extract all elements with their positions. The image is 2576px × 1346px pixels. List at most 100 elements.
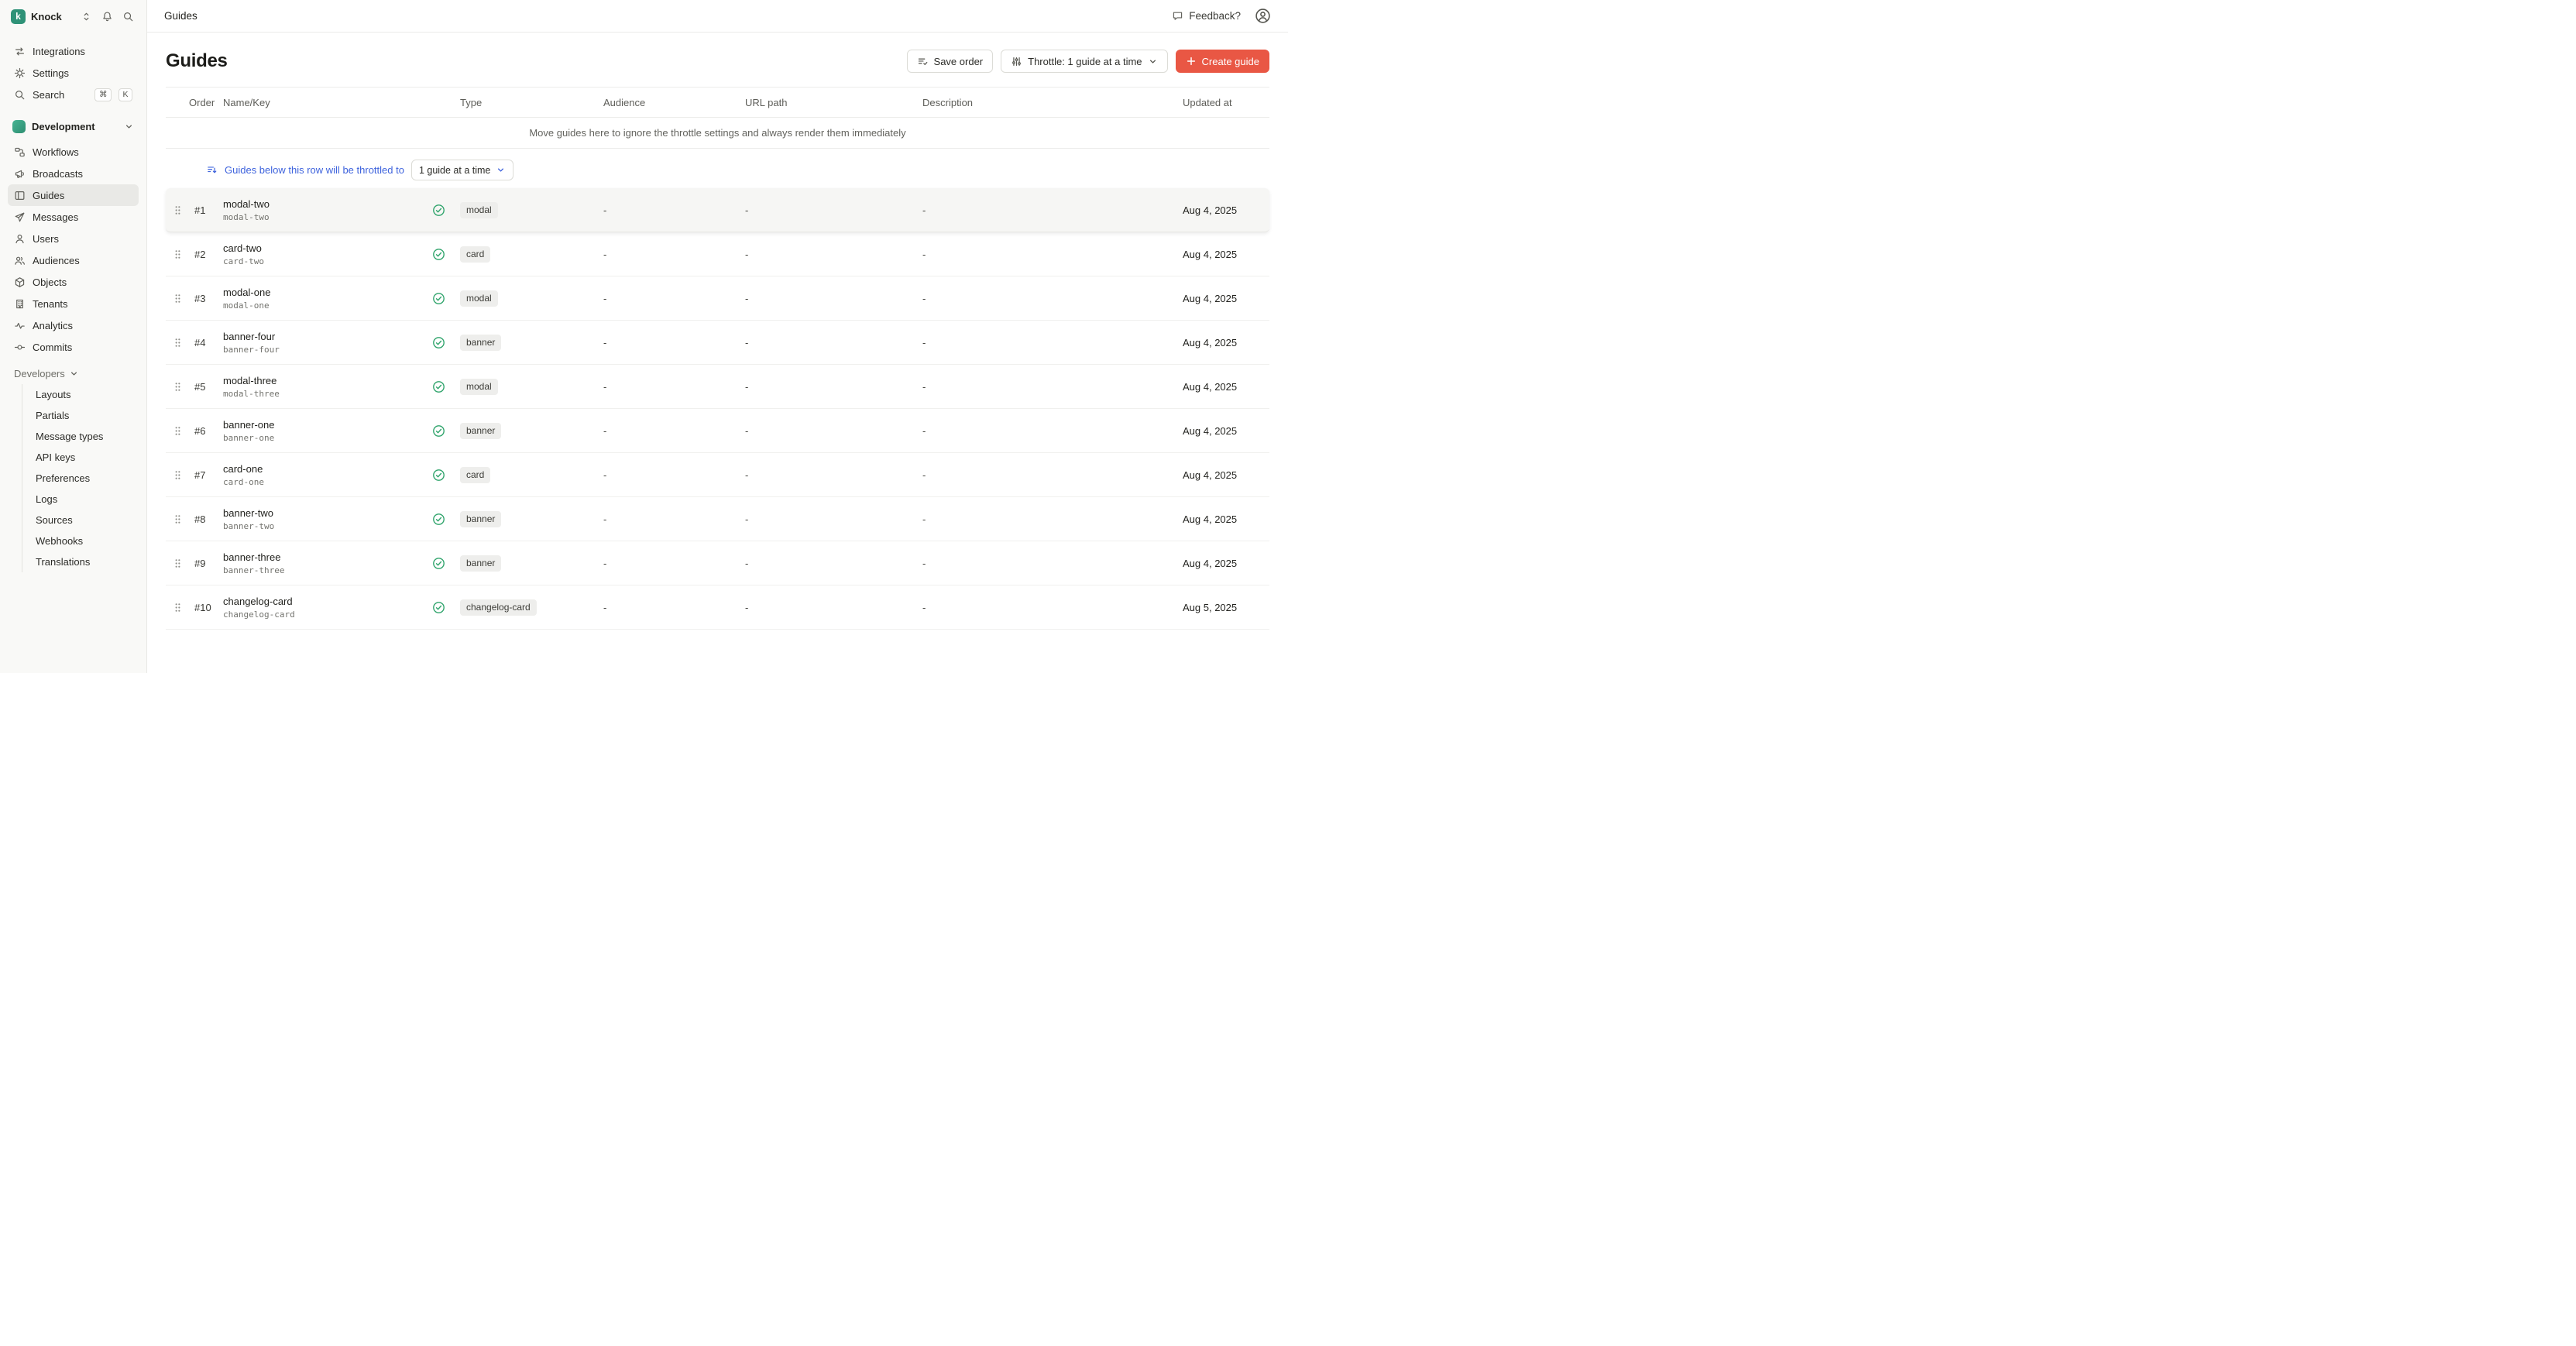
table-row[interactable]: #5 modal-three modal-three modal - - - A… xyxy=(166,365,1269,409)
sidebar-item-api-keys[interactable]: API keys xyxy=(29,447,139,468)
messages-icon xyxy=(14,211,26,223)
table-row[interactable]: #9 banner-three banner-three banner - - … xyxy=(166,541,1269,585)
row-url-path: - xyxy=(745,425,922,437)
drag-handle-icon[interactable] xyxy=(166,204,189,216)
column-audience: Audience xyxy=(603,97,745,108)
sidebar-item-webhooks[interactable]: Webhooks xyxy=(29,531,139,551)
sidebar-item-search[interactable]: Search⌘K xyxy=(8,84,139,105)
row-description: - xyxy=(922,513,1183,525)
row-audience: - xyxy=(603,293,745,304)
developers-section-toggle[interactable]: Developers xyxy=(8,362,139,384)
sidebar-item-users[interactable]: Users xyxy=(8,228,139,249)
type-badge: banner xyxy=(460,423,501,439)
table-row[interactable]: #6 banner-one banner-one banner - - - Au… xyxy=(166,409,1269,453)
save-order-button[interactable]: Save order xyxy=(907,50,994,73)
developers-sub-list: LayoutsPartialsMessage typesAPI keysPref… xyxy=(22,384,139,572)
sidebar-item-sources[interactable]: Sources xyxy=(29,510,139,531)
row-name-key: banner-four banner-four xyxy=(223,331,424,355)
sidebar-item-integrations[interactable]: Integrations xyxy=(8,40,139,62)
audiences-icon xyxy=(14,255,26,266)
table-row[interactable]: #4 banner-four banner-four banner - - - … xyxy=(166,321,1269,365)
sidebar-item-objects[interactable]: Objects xyxy=(8,271,139,293)
ignore-throttle-dropzone[interactable]: Move guides here to ignore the throttle … xyxy=(166,118,1269,149)
table-row[interactable]: #2 card-two card-two card - - - Aug 4, 2… xyxy=(166,232,1269,276)
row-url-path: - xyxy=(745,337,922,349)
workspace-selector-icon[interactable] xyxy=(78,9,94,24)
users-icon xyxy=(14,233,26,245)
sidebar-item-translations[interactable]: Translations xyxy=(29,551,139,572)
table-row[interactable]: #10 changelog-card changelog-card change… xyxy=(166,585,1269,630)
sidebar-item-preferences[interactable]: Preferences xyxy=(29,468,139,489)
sidebar-item-settings[interactable]: Settings xyxy=(8,62,139,84)
drag-handle-icon[interactable] xyxy=(166,513,189,525)
table-row[interactable]: #7 card-one card-one card - - - Aug 4, 2… xyxy=(166,453,1269,497)
gear-icon xyxy=(14,67,26,79)
create-guide-button[interactable]: Create guide xyxy=(1176,50,1269,73)
topbar: Guides Feedback? xyxy=(147,0,1288,33)
feedback-button[interactable]: Feedback? xyxy=(1172,10,1241,22)
sidebar-item-message-types[interactable]: Message types xyxy=(29,426,139,447)
type-badge: modal xyxy=(460,379,498,395)
drag-handle-icon[interactable] xyxy=(166,293,189,304)
environment-label: Development xyxy=(32,121,95,132)
sidebar-item-layouts[interactable]: Layouts xyxy=(29,384,139,405)
drag-handle-icon[interactable] xyxy=(166,425,189,437)
sidebar-item-analytics[interactable]: Analytics xyxy=(8,314,139,336)
guide-name: card-two xyxy=(223,242,424,254)
drag-handle-icon[interactable] xyxy=(166,602,189,613)
sidebar-item-tenants[interactable]: Tenants xyxy=(8,293,139,314)
user-avatar[interactable] xyxy=(1255,8,1271,24)
drag-handle-icon[interactable] xyxy=(166,337,189,349)
sidebar-item-audiences[interactable]: Audiences xyxy=(8,249,139,271)
row-name-key: banner-one banner-one xyxy=(223,419,424,443)
sidebar-item-partials[interactable]: Partials xyxy=(29,405,139,426)
breadcrumb: Guides xyxy=(164,10,197,22)
sidebar-main-nav: Integrations Settings Search⌘K xyxy=(8,40,139,105)
row-url-path: - xyxy=(745,249,922,260)
type-badge: banner xyxy=(460,335,501,351)
guide-name: modal-one xyxy=(223,287,424,298)
guide-name: modal-three xyxy=(223,375,424,386)
guide-name: banner-three xyxy=(223,551,424,563)
table-body: #1 modal-two modal-two modal - - - Aug 4… xyxy=(166,188,1269,630)
row-name-key: changelog-card changelog-card xyxy=(223,596,424,620)
sliders-icon xyxy=(1011,56,1022,67)
status-check-icon xyxy=(424,380,460,393)
row-name-key: banner-three banner-three xyxy=(223,551,424,575)
table-row[interactable]: #1 modal-two modal-two modal - - - Aug 4… xyxy=(166,188,1269,232)
guides-table: Order Name/Key Type Audience URL path De… xyxy=(166,87,1269,630)
row-description: - xyxy=(922,381,1183,393)
guide-key: modal-one xyxy=(223,300,424,311)
sidebar-item-messages[interactable]: Messages xyxy=(8,206,139,228)
table-row[interactable]: #3 modal-one modal-one modal - - - Aug 4… xyxy=(166,276,1269,321)
feedback-bubble-icon xyxy=(1172,10,1183,22)
search-icon[interactable] xyxy=(120,9,136,24)
row-updated-at: Aug 4, 2025 xyxy=(1183,381,1269,393)
drag-handle-icon[interactable] xyxy=(166,469,189,481)
type-badge: banner xyxy=(460,555,501,572)
throttle-dropdown-button[interactable]: Throttle: 1 guide at a time xyxy=(1001,50,1167,73)
drag-handle-icon[interactable] xyxy=(166,249,189,260)
sidebar-item-commits[interactable]: Commits xyxy=(8,336,139,358)
shortcut-key: K xyxy=(118,88,132,101)
type-badge: modal xyxy=(460,202,498,218)
row-description: - xyxy=(922,204,1183,216)
sidebar-item-logs[interactable]: Logs xyxy=(29,489,139,510)
table-row[interactable]: #8 banner-two banner-two banner - - - Au… xyxy=(166,497,1269,541)
throttle-divider-link[interactable]: Guides below this row will be throttled … xyxy=(225,164,404,176)
notifications-bell-icon[interactable] xyxy=(99,9,115,24)
sidebar-item-workflows[interactable]: Workflows xyxy=(8,141,139,163)
sidebar-item-guides[interactable]: Guides xyxy=(8,184,139,206)
environment-switcher[interactable]: Development xyxy=(8,113,139,139)
tenants-icon xyxy=(14,298,26,310)
row-url-path: - xyxy=(745,469,922,481)
drag-handle-icon[interactable] xyxy=(166,381,189,393)
row-order: #3 xyxy=(189,293,223,304)
throttle-amount-select[interactable]: 1 guide at a time xyxy=(411,160,513,180)
drag-handle-icon[interactable] xyxy=(166,558,189,569)
sidebar-item-broadcasts[interactable]: Broadcasts xyxy=(8,163,139,184)
row-updated-at: Aug 4, 2025 xyxy=(1183,249,1269,260)
row-description: - xyxy=(922,469,1183,481)
row-order: #4 xyxy=(189,337,223,349)
row-description: - xyxy=(922,425,1183,437)
